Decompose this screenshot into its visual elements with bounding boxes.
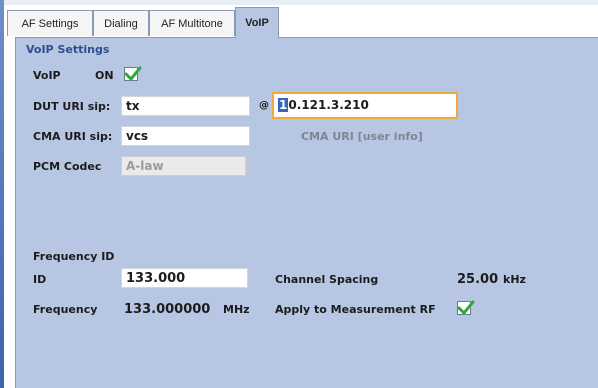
pcm-codec-select[interactable]: A-law [121,156,246,176]
window-top-border [4,0,598,5]
tab-dialing[interactable]: Dialing [93,10,149,36]
tab-af-settings[interactable]: AF Settings [7,10,93,36]
voip-state-label: ON [95,69,114,82]
voip-settings-title: VoIP Settings [26,43,110,56]
pcm-codec-dropdown-edge [247,156,249,176]
channel-spacing-value: 25.00 [457,272,499,287]
channel-spacing-label: Channel Spacing [275,273,379,286]
apply-to-measurement-rf-checkbox[interactable] [457,300,475,315]
cma-uri-hint-label: CMA URI [user info] [301,130,423,143]
checkmark-icon [124,66,142,81]
window-left-border [0,0,4,388]
voip-panel: VoIP Settings VoIP ON DUT URI sip: tx @ … [15,37,598,388]
tab-strip: AF Settings Dialing AF Multitone VoIP [7,7,598,38]
voip-enable-checkbox[interactable] [124,66,142,81]
cma-uri-label: CMA URI sip: [33,130,113,143]
application-frame: AF Settings Dialing AF Multitone VoIP Vo… [0,0,598,388]
channel-spacing-unit: kHz [503,273,526,286]
id-label: ID [33,273,47,286]
cma-uri-user-input[interactable]: vcs [121,126,250,146]
dut-uri-label: DUT URI sip: [33,100,111,113]
frequency-id-title: Frequency ID [33,250,115,263]
checkmark-icon [457,300,475,315]
id-input[interactable]: 133.000 [121,268,248,288]
tab-af-multitone[interactable]: AF Multitone [149,10,235,36]
dut-uri-host-input[interactable]: 10.121.3.210 [272,92,458,119]
voip-label: VoIP [33,69,61,82]
at-sign-label: @ [259,100,269,111]
apply-to-measurement-rf-label: Apply to Measurement RF [275,303,436,316]
frequency-value: 133.000000 [124,302,211,317]
dut-uri-host-text: 0.121.3.210 [288,98,369,112]
pcm-codec-label: PCM Codec [33,160,102,173]
frequency-unit: MHz [223,303,250,316]
dut-uri-user-input[interactable]: tx [121,96,250,116]
frequency-label: Frequency [33,303,98,316]
tab-voip[interactable]: VoIP [235,7,279,38]
text-caret: 1 [278,98,289,112]
